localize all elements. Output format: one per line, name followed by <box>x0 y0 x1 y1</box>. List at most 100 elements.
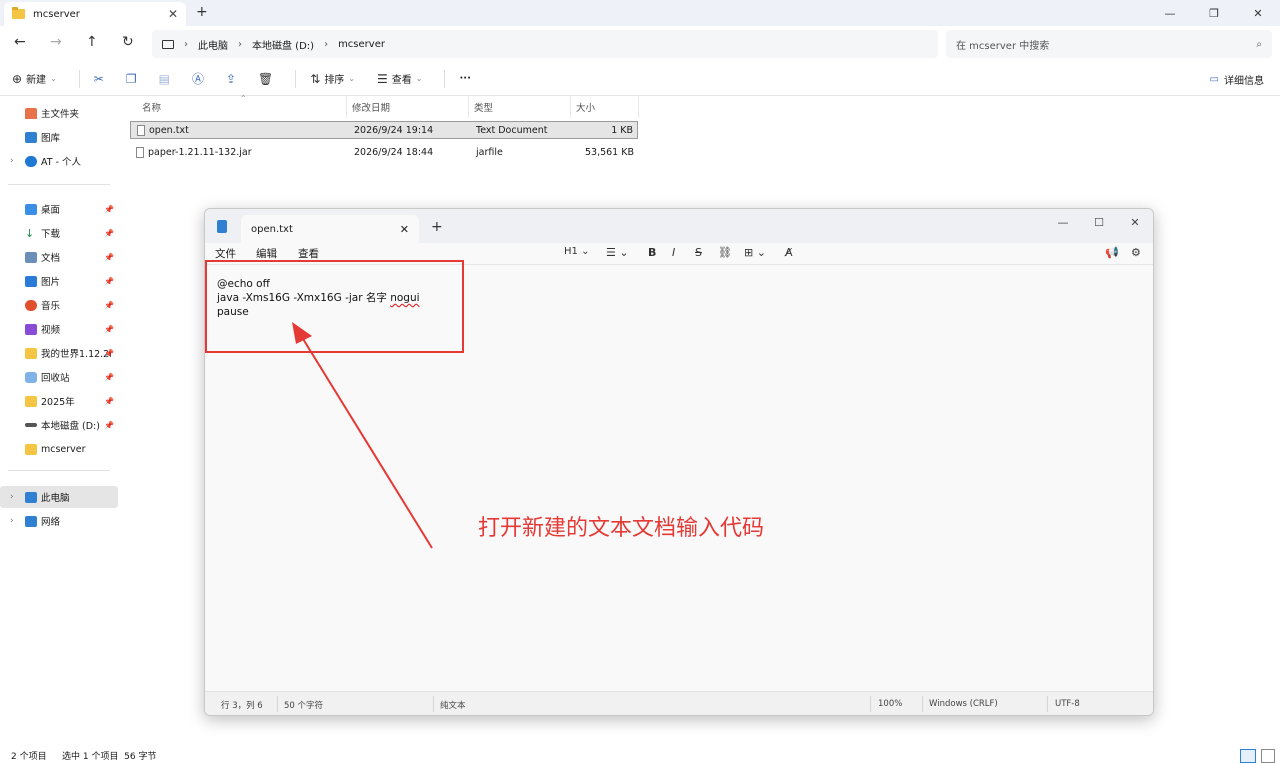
new-tab-button[interactable]: + <box>431 219 443 235</box>
bold-button[interactable]: B <box>648 246 656 259</box>
sidebar-item-drive-d[interactable]: 本地磁盘 (D:) 📌 <box>0 414 118 436</box>
menu-file[interactable]: 文件 <box>215 246 236 261</box>
view-label: 查看 <box>391 75 412 86</box>
delete-button[interactable]: 🗑 <box>258 72 273 86</box>
sidebar-item-gallery[interactable]: 图库 <box>0 126 118 148</box>
close-window-button[interactable]: ✕ <box>1117 209 1153 235</box>
new-button[interactable]: ⊕ 新建 ⌄ <box>12 71 57 87</box>
tiles-view-button[interactable] <box>1261 749 1275 763</box>
desktop-icon <box>25 203 37 215</box>
copy-button[interactable]: ❐ <box>126 72 137 86</box>
close-window-button[interactable]: ✕ <box>1236 0 1280 26</box>
sort-button[interactable]: ⇅ 排序 ⌄ <box>310 71 355 87</box>
details-button[interactable]: ▭ 详细信息 <box>1210 72 1264 87</box>
zoom-level[interactable]: 100% <box>878 699 902 709</box>
announcement-icon[interactable]: 📢 <box>1105 246 1119 259</box>
heading-dropdown[interactable]: H1 ⌄ <box>564 246 589 257</box>
sidebar-item-downloads[interactable]: ↓ 下载 📌 <box>0 222 118 244</box>
breadcrumb-item[interactable]: mcserver <box>338 39 385 50</box>
column-header-date[interactable]: 修改日期 <box>352 100 390 114</box>
close-tab-icon[interactable]: ✕ <box>400 223 409 236</box>
sidebar-item-pictures[interactable]: 图片 📌 <box>0 270 118 292</box>
encoding[interactable]: UTF-8 <box>1055 699 1080 709</box>
column-header-type[interactable]: 类型 <box>474 100 493 114</box>
up-button[interactable]: ↑ <box>86 34 98 50</box>
details-view-button[interactable] <box>1240 749 1256 763</box>
link-icon[interactable]: ⛓ <box>718 246 732 259</box>
notepad-tab[interactable]: open.txt ✕ <box>241 215 419 243</box>
sidebar-item-desktop[interactable]: 桌面 📌 <box>0 198 118 220</box>
column-header-name[interactable]: 名称 <box>142 100 161 114</box>
menu-edit[interactable]: 编辑 <box>256 246 277 261</box>
drive-icon <box>25 423 37 427</box>
column-header-size[interactable]: 大小 <box>576 100 595 114</box>
chevron-right-icon[interactable]: › <box>10 516 14 526</box>
strikethrough-button[interactable]: S <box>695 246 702 259</box>
pictures-icon <box>25 275 37 287</box>
breadcrumb-item[interactable]: 此电脑 <box>198 37 228 52</box>
notepad-tab-label: open.txt <box>251 223 293 235</box>
new-tab-button[interactable]: + <box>196 4 208 20</box>
minimize-button[interactable]: — <box>1148 0 1192 26</box>
sidebar-item-home[interactable]: 主文件夹 <box>0 102 118 124</box>
minimize-button[interactable]: — <box>1045 209 1081 235</box>
table-row[interactable]: open.txt 2026/9/24 19:14 Text Document 1… <box>130 121 638 139</box>
table-row[interactable]: paper-1.21.11-132.jar 2026/9/24 18:44 ja… <box>130 143 638 161</box>
refresh-button[interactable]: ↻ <box>122 34 134 50</box>
italic-button[interactable]: I <box>672 246 675 259</box>
column-divider[interactable] <box>346 96 347 118</box>
maximize-button[interactable]: ☐ <box>1081 209 1117 235</box>
menu-view[interactable]: 查看 <box>298 246 319 261</box>
view-button[interactable]: ☰ 查看 ⌄ <box>377 71 422 87</box>
address-bar[interactable]: › 此电脑 › 本地磁盘 (D:) › mcserver <box>152 30 938 58</box>
share-button[interactable]: ⇪ <box>226 72 236 86</box>
more-button[interactable]: ··· <box>459 73 470 84</box>
pin-icon: 📌 <box>104 420 114 430</box>
list-dropdown[interactable]: ☰ ⌄ <box>606 246 629 259</box>
sidebar-item-network[interactable]: › 网络 <box>0 510 118 532</box>
close-tab-icon[interactable]: ✕ <box>168 7 178 21</box>
explorer-tab[interactable]: mcserver ✕ <box>4 2 186 26</box>
sidebar-item-label: 网络 <box>41 517 61 528</box>
cloud-icon <box>25 155 37 167</box>
gear-icon[interactable]: ⚙ <box>1131 246 1141 259</box>
cut-button[interactable]: ✂ <box>94 72 104 86</box>
rename-button[interactable]: Ⓐ <box>192 70 204 87</box>
back-button[interactable]: ← <box>14 34 26 50</box>
line-ending[interactable]: Windows (CRLF) <box>929 699 998 709</box>
maximize-button[interactable]: ❐ <box>1192 0 1236 26</box>
format-mode[interactable]: 纯文本 <box>440 699 466 711</box>
sidebar-item-this-pc[interactable]: › 此电脑 <box>0 486 118 508</box>
sidebar-item-videos[interactable]: 视频 📌 <box>0 318 118 340</box>
sidebar-item-mcserver[interactable]: mcserver <box>0 438 118 460</box>
column-divider[interactable] <box>468 96 469 118</box>
file-date: 2026/9/24 18:44 <box>354 146 434 158</box>
sidebar-item-minecraft-folder[interactable]: 我的世界1.12.2f 📌 <box>0 342 118 364</box>
share-icon: ⇪ <box>225 71 237 86</box>
forward-button[interactable]: → <box>50 34 62 50</box>
paste-button[interactable]: ▤ <box>159 72 170 86</box>
column-divider[interactable] <box>570 96 571 118</box>
chevron-right-icon: › <box>238 38 242 50</box>
sidebar-item-music[interactable]: 音乐 📌 <box>0 294 118 316</box>
pc-icon <box>25 491 37 503</box>
chevron-right-icon[interactable]: › <box>10 492 14 502</box>
sidebar-item-documents[interactable]: 文档 📌 <box>0 246 118 268</box>
breadcrumb-item[interactable]: 本地磁盘 (D:) <box>252 37 314 52</box>
search-box[interactable]: 在 mcserver 中搜索 ⌕ <box>946 30 1272 58</box>
pin-icon: 📌 <box>104 372 114 382</box>
videos-icon <box>25 323 37 335</box>
sidebar-item-2025[interactable]: 2025年 📌 <box>0 390 118 412</box>
sidebar-item-onedrive[interactable]: › AT - 个人 <box>0 150 118 172</box>
sidebar-item-recycle-bin[interactable]: 回收站 📌 <box>0 366 118 388</box>
clear-format-icon[interactable]: A̸ <box>785 246 793 259</box>
column-divider[interactable] <box>638 96 639 118</box>
file-date: 2026/9/24 19:14 <box>354 124 434 136</box>
table-dropdown[interactable]: ⊞ ⌄ <box>744 246 766 259</box>
sort-ascending-icon: ⌃ <box>240 94 247 103</box>
search-icon: ⌕ <box>1256 38 1262 50</box>
chevron-right-icon[interactable]: › <box>10 156 14 166</box>
notepad-titlebar: open.txt ✕ + — ☐ ✕ <box>205 209 1153 243</box>
status-divider <box>1047 696 1048 712</box>
cursor-position[interactable]: 行 3，列 6 <box>221 699 263 711</box>
